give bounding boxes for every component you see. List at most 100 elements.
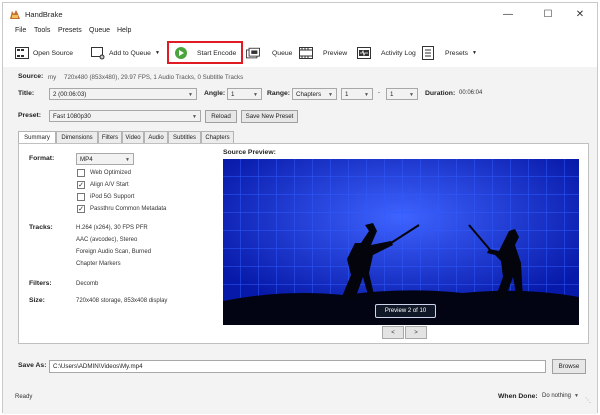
play-icon (175, 47, 187, 59)
add-to-queue-label: Add to Queue (109, 49, 151, 57)
source-preview-heading: Source Preview: (223, 149, 276, 156)
summary-panel: Format: MP4 ▼ Web Optimized ✓ Align A/V … (18, 143, 589, 344)
web-optimized-checkbox[interactable]: Web Optimized (77, 169, 131, 177)
passthru-metadata-checkbox[interactable]: ✓ Passthru Common Metadata (77, 205, 166, 213)
status-bar: Ready When Done: Do nothing ▼ ⋱ (3, 385, 597, 407)
title-value: 2 (00:06:03) (53, 90, 87, 98)
menu-tools[interactable]: Tools (34, 27, 50, 34)
maximize-icon[interactable]: ☐ (535, 6, 561, 22)
activity-log-button[interactable]: Activity Log (357, 45, 416, 61)
when-done-value: Do nothing (542, 393, 572, 399)
angle-dropdown[interactable]: 1 ▼ (227, 88, 262, 100)
size-label: Size: (29, 297, 45, 304)
preview-prev-button[interactable]: < (382, 326, 404, 339)
menu-bar: File Tools Presets Queue Help (3, 25, 597, 39)
film-icon (15, 47, 29, 60)
activity-log-label: Activity Log (381, 49, 416, 57)
format-dropdown[interactable]: MP4 ▼ (76, 153, 134, 165)
format-chevron-down-icon: ▼ (125, 157, 130, 163)
main-content: Source: my 720x480 (853x480), 29.97 FPS,… (3, 67, 597, 414)
add-to-queue-button[interactable]: Add to Queue ▼ (91, 45, 160, 61)
queue-button[interactable]: Queue (246, 45, 292, 61)
duration-value: 00:06:04 (459, 90, 483, 96)
tab-dimensions[interactable]: Dimensions (56, 131, 98, 143)
fencing-silhouette-scene (223, 159, 579, 325)
range-end-dropdown[interactable]: 1 ▼ (386, 88, 418, 100)
start-encode-label: Start Encode (197, 49, 237, 57)
save-new-preset-button[interactable]: Save New Preset (241, 110, 298, 123)
preview-counter-badge: Preview 2 of 10 (375, 304, 436, 318)
browse-button[interactable]: Browse (552, 359, 586, 374)
title-dropdown[interactable]: 2 (00:06:03) ▼ (49, 88, 197, 100)
preview-label: Preview (323, 49, 348, 57)
angle-value: 1 (231, 90, 235, 98)
preview-film-icon (299, 47, 313, 60)
web-optimized-label: Web Optimized (90, 170, 131, 176)
start-encode-button[interactable]: Start Encode (175, 45, 236, 61)
activity-log-icon (357, 47, 371, 60)
tab-video[interactable]: Video (122, 131, 144, 143)
reload-button[interactable]: Reload (205, 110, 237, 123)
presets-icon (421, 46, 435, 60)
close-icon[interactable]: ✕ (567, 6, 593, 22)
handbrake-logo-icon (9, 9, 21, 20)
filters-label: Filters: (29, 280, 52, 287)
menu-file[interactable]: File (15, 27, 26, 34)
range-end-value: 1 (390, 90, 394, 98)
presets-chevron-down-icon: ▼ (472, 50, 477, 56)
open-source-label: Open Source (33, 49, 74, 57)
tab-chapters[interactable]: Chapters (201, 131, 234, 143)
track-item: Foreign Audio Scan, Burned (76, 249, 152, 255)
title-bar: HandBrake — ☐ ✕ (3, 3, 597, 25)
passthru-metadata-check: ✓ (77, 205, 85, 213)
chevron-down-icon: ▼ (154, 50, 160, 56)
range-type-dropdown[interactable]: Chapters ▼ (292, 88, 337, 100)
when-done-label: When Done: (498, 393, 538, 400)
web-optimized-check (77, 169, 85, 177)
minimize-icon[interactable]: — (495, 6, 521, 22)
open-source-button[interactable]: Open Source (15, 45, 73, 61)
handbrake-window: HandBrake — ☐ ✕ File Tools Presets Queue… (2, 2, 598, 414)
tracks-label: Tracks: (29, 224, 53, 231)
resize-grip-icon[interactable]: ⋱ (585, 397, 591, 404)
range-end-chevron-down-icon: ▼ (409, 92, 414, 98)
preset-label: Preset: (18, 112, 42, 119)
source-info: 720x480 (853x480), 29.97 FPS, 1 Audio Tr… (64, 74, 244, 81)
preview-button[interactable]: Preview (299, 45, 347, 61)
format-value: MP4 (80, 155, 93, 163)
format-label: Format: (29, 155, 55, 162)
align-av-start-label: Align A/V Start (90, 182, 129, 188)
ipod-5g-support-checkbox[interactable]: iPod 5G Support (77, 193, 134, 201)
save-as-path-field[interactable]: C:\Users\ADMIN\Videos\My.mp4 (49, 360, 546, 373)
track-item: H.264 (x264), 30 FPS PFR (76, 225, 148, 231)
queue-icon (246, 47, 260, 60)
preset-chevron-down-icon: ▼ (192, 114, 197, 120)
align-av-start-checkbox[interactable]: ✓ Align A/V Start (77, 181, 129, 189)
passthru-metadata-label: Passthru Common Metadata (90, 206, 167, 212)
toolbar: Open Source Add to Queue ▼ Start Encode … (3, 39, 597, 67)
size-value: 720x408 storage, 853x408 display (76, 298, 168, 304)
presets-label: Presets (445, 49, 469, 57)
menu-help[interactable]: Help (117, 27, 131, 34)
when-done-dropdown[interactable]: Do nothing ▼ (542, 393, 579, 399)
tab-audio[interactable]: Audio (144, 131, 168, 143)
ipod-5g-support-label: iPod 5G Support (90, 194, 135, 200)
menu-presets[interactable]: Presets (58, 27, 82, 34)
range-start-dropdown[interactable]: 1 ▼ (341, 88, 373, 100)
status-text: Ready (15, 394, 33, 400)
window-title: HandBrake (25, 10, 63, 19)
track-item: Chapter Markers (76, 261, 121, 267)
menu-queue[interactable]: Queue (89, 27, 110, 34)
duration-label: Duration: (425, 90, 456, 97)
preview-next-button[interactable]: > (405, 326, 427, 339)
presets-button[interactable]: Presets ▼ (421, 45, 477, 61)
ipod-5g-support-check (77, 193, 85, 201)
source-name: my (48, 74, 57, 81)
angle-chevron-down-icon: ▼ (253, 92, 258, 98)
tab-subtitles[interactable]: Subtitles (168, 131, 201, 143)
preset-dropdown[interactable]: Fast 1080p30 ▼ (49, 110, 201, 122)
add-queue-icon (91, 46, 105, 60)
preset-value: Fast 1080p30 (53, 112, 91, 120)
tab-filters[interactable]: Filters (98, 131, 122, 143)
title-chevron-down-icon: ▼ (188, 92, 193, 98)
